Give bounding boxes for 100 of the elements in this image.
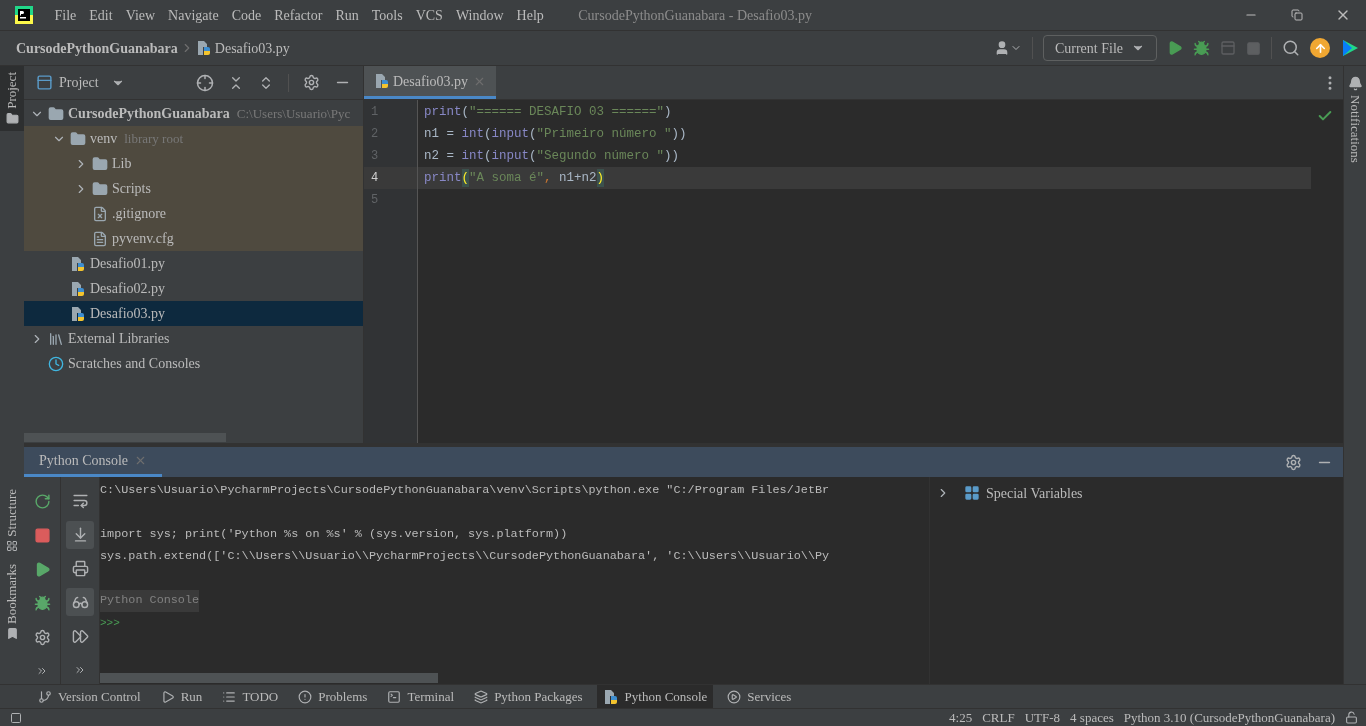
- status-item[interactable]: Python 3.10 (CursodePythonGuanabara): [1123, 707, 1335, 726]
- status-item[interactable]: 4:25: [949, 707, 973, 726]
- tree-item-label: Desafio03.py: [90, 305, 166, 323]
- scrollbar[interactable]: [100, 673, 438, 683]
- folder-icon: [70, 130, 86, 147]
- tree-item-hint: C:\Users\Usuario\Pyc: [236, 104, 351, 123]
- structure-icon: [6, 540, 18, 553]
- print-icon[interactable]: [71, 560, 89, 578]
- menu-item[interactable]: Navigate: [161, 4, 226, 26]
- window-title: CursodePythonGuanabara - Desafio03.py: [578, 6, 812, 25]
- menu-item[interactable]: Code: [225, 4, 268, 26]
- tool-window-button[interactable]: Python Console: [596, 684, 714, 709]
- console-line: import sys; print('Python %s on %s' % (sys.version, sys.platform)): [100, 526, 568, 544]
- lock-icon[interactable]: [1345, 711, 1358, 724]
- tree-item-label: Scripts: [112, 180, 151, 198]
- tool-window-button[interactable]: TODO: [216, 684, 285, 709]
- run-icon[interactable]: [1167, 40, 1183, 56]
- tool-window-button[interactable]: Problems: [292, 684, 374, 709]
- console-line: sys.path.extend(['C:\\Users\\Usuario\\PycharmProjects\\CursodePythonGuanabara', 'C:\\Users\\Usuario\\Py: [100, 548, 830, 566]
- tree-item-label: CursodePythonGuanabara: [68, 105, 230, 123]
- tree-item-label: pyvenv.cfg: [112, 230, 174, 248]
- app-badge-icon[interactable]: [1340, 38, 1360, 58]
- tool-window-button[interactable]: Python Packages: [468, 684, 589, 709]
- tool-window-tab[interactable]: Notifications: [1345, 76, 1365, 163]
- settings-icon[interactable]: [33, 628, 51, 646]
- scratches-icon: [48, 355, 64, 372]
- toggle-button[interactable]: [66, 588, 94, 617]
- menu-item[interactable]: Refactor: [267, 4, 329, 26]
- debug-icon[interactable]: [33, 594, 51, 612]
- warning-icon: [298, 689, 313, 704]
- folder-icon: [5, 111, 19, 125]
- menu-item[interactable]: VCS: [409, 4, 450, 26]
- toggle-button[interactable]: [66, 520, 94, 549]
- console-prompt[interactable]: >>>: [100, 614, 120, 632]
- search-icon[interactable]: [1282, 39, 1300, 57]
- python-file-icon: [70, 305, 86, 322]
- menu-item[interactable]: Edit: [82, 4, 120, 26]
- status-item[interactable]: CRLF: [982, 707, 1015, 726]
- tool-window-tab[interactable]: Project: [0, 66, 24, 131]
- editor-tab[interactable]: Desafio03.py: [364, 66, 497, 99]
- folder-icon: [92, 155, 108, 172]
- update-icon[interactable]: [1310, 38, 1330, 58]
- panel-title[interactable]: Project: [59, 72, 99, 93]
- stop-icon[interactable]: [33, 526, 51, 544]
- variables-item[interactable]: Special Variables: [930, 483, 1343, 503]
- tool-window-button[interactable]: Version Control: [32, 684, 147, 709]
- tool-window-button[interactable]: Services: [721, 684, 798, 709]
- locate-icon[interactable]: [196, 73, 214, 92]
- rerun-icon[interactable]: [33, 492, 51, 510]
- tree-item-label: Desafio01.py: [90, 255, 166, 273]
- restore-icon[interactable]: [1291, 9, 1303, 21]
- services-icon: [727, 689, 742, 704]
- menu-item[interactable]: Run: [328, 4, 366, 26]
- toggle-panels-icon[interactable]: [10, 711, 22, 724]
- tool-window-button[interactable]: Terminal: [381, 684, 461, 709]
- code-line: n1 = int(input("Primeiro número ")): [423, 125, 688, 143]
- tool-window-tab[interactable]: Bookmarks: [2, 558, 22, 646]
- app-logo-icon[interactable]: [15, 6, 33, 24]
- tree-item[interactable]: Desafio03.py: [24, 301, 363, 326]
- tool-window-tab[interactable]: Structure: [2, 483, 22, 559]
- tree-item[interactable]: Scripts: [24, 176, 363, 201]
- menu-item[interactable]: File: [48, 4, 83, 26]
- scrollbar[interactable]: [24, 433, 226, 442]
- menu-item[interactable]: View: [119, 4, 162, 26]
- menu-item[interactable]: Window: [449, 4, 511, 26]
- status-item[interactable]: UTF-8: [1024, 707, 1061, 726]
- libraries-icon: [48, 330, 64, 347]
- text-file-icon: [92, 230, 108, 247]
- tree-item[interactable]: venv library root: [24, 126, 363, 151]
- folder-icon: [92, 180, 108, 197]
- status-item[interactable]: 4 spaces: [1070, 707, 1114, 726]
- settings-icon[interactable]: [303, 74, 320, 91]
- tree-item-label: .gitignore: [112, 205, 167, 223]
- tree-item[interactable]: External Libraries: [24, 326, 363, 351]
- tool-window-button[interactable]: Run: [154, 684, 209, 709]
- execute-icon[interactable]: [71, 627, 89, 645]
- tree-item[interactable]: pyvenv.cfg: [24, 226, 363, 251]
- tree-item-label: venv: [90, 130, 118, 148]
- soft-wrap-icon[interactable]: [71, 492, 89, 510]
- settings-icon[interactable]: [1285, 453, 1302, 471]
- tree-item[interactable]: CursodePythonGuanabara C:\Users\Usuario\Pyc: [24, 101, 363, 126]
- run-config-dropdown[interactable]: Current File: [1042, 35, 1157, 61]
- tree-item[interactable]: Lib: [24, 151, 363, 176]
- tree-item[interactable]: Scratches and Consoles: [24, 351, 363, 376]
- python-file-icon: [602, 688, 619, 705]
- layers-icon: [474, 689, 489, 704]
- menu-item[interactable]: Help: [510, 4, 551, 26]
- more-icon[interactable]: [36, 665, 48, 677]
- tree-item[interactable]: .gitignore: [24, 201, 363, 226]
- debug-icon[interactable]: [1193, 39, 1210, 57]
- folder-icon: [48, 105, 64, 122]
- breadcrumb-item[interactable]: CursodePythonGuanabara: [16, 37, 178, 59]
- tree-item[interactable]: Desafio02.py: [24, 276, 363, 301]
- panel-icon: [36, 74, 53, 91]
- run-icon: [160, 689, 175, 704]
- ignored-file-icon: [92, 205, 108, 222]
- menu-item[interactable]: Tools: [365, 4, 410, 26]
- python-file-icon: [374, 73, 390, 89]
- tree-item[interactable]: Desafio01.py: [24, 251, 363, 276]
- breadcrumb-item[interactable]: Desafio03.py: [214, 37, 290, 59]
